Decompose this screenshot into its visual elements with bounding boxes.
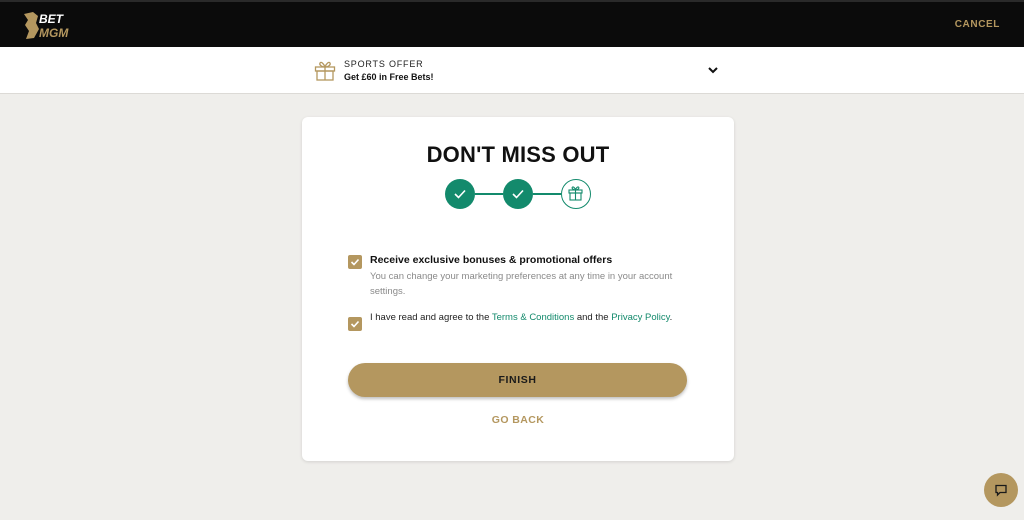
terms-checkbox[interactable] bbox=[348, 317, 362, 331]
step-connector bbox=[533, 193, 561, 195]
top-header: BET MGM CANCEL bbox=[0, 0, 1024, 47]
betmgm-logo[interactable]: BET MGM bbox=[23, 11, 81, 41]
chat-icon bbox=[995, 484, 1007, 497]
check-icon bbox=[350, 320, 360, 328]
terms-text-middle: and the bbox=[574, 312, 612, 323]
step-connector bbox=[475, 193, 503, 195]
marketing-checkbox[interactable] bbox=[348, 255, 362, 269]
cancel-button[interactable]: CANCEL bbox=[955, 19, 1000, 30]
gift-icon bbox=[314, 61, 336, 81]
chat-button[interactable] bbox=[984, 473, 1018, 507]
svg-text:MGM: MGM bbox=[39, 26, 69, 40]
offer-title: Get £60 in Free Bets! bbox=[344, 72, 434, 82]
page-title: DON'T MISS OUT bbox=[426, 142, 610, 167]
offer-bar[interactable]: SPORTS OFFER Get £60 in Free Bets! bbox=[0, 47, 1024, 94]
gift-icon bbox=[568, 186, 583, 201]
terms-text-before: I have read and agree to the bbox=[370, 312, 492, 323]
step-1-complete bbox=[445, 179, 475, 209]
privacy-link[interactable]: Privacy Policy bbox=[611, 312, 669, 323]
terms-text-after: . bbox=[669, 312, 673, 323]
finish-button[interactable]: FINISH bbox=[348, 363, 687, 397]
terms-link[interactable]: Terms & Conditions bbox=[492, 312, 574, 323]
svg-text:BET: BET bbox=[39, 12, 65, 26]
marketing-subtitle: You can change your marketing preference… bbox=[370, 271, 673, 297]
terms-text: I have read and agree to the Terms & Con… bbox=[370, 311, 680, 325]
step-3-current bbox=[561, 179, 591, 209]
step-2-complete bbox=[503, 179, 533, 209]
marketing-consent: Receive exclusive bonuses & promotional … bbox=[348, 254, 688, 297]
progress-stepper bbox=[445, 179, 591, 209]
terms-consent: I have read and agree to the Terms & Con… bbox=[348, 311, 688, 341]
offer-kicker: SPORTS OFFER bbox=[344, 59, 424, 69]
check-icon bbox=[512, 189, 524, 199]
marketing-title: Receive exclusive bonuses & promotional … bbox=[370, 254, 613, 266]
chevron-down-icon[interactable] bbox=[706, 64, 720, 76]
go-back-button[interactable]: GO BACK bbox=[302, 414, 734, 426]
signup-card: DON'T MISS OUT Receive exclusive bonuses… bbox=[302, 117, 734, 461]
check-icon bbox=[454, 189, 466, 199]
check-icon bbox=[350, 258, 360, 266]
